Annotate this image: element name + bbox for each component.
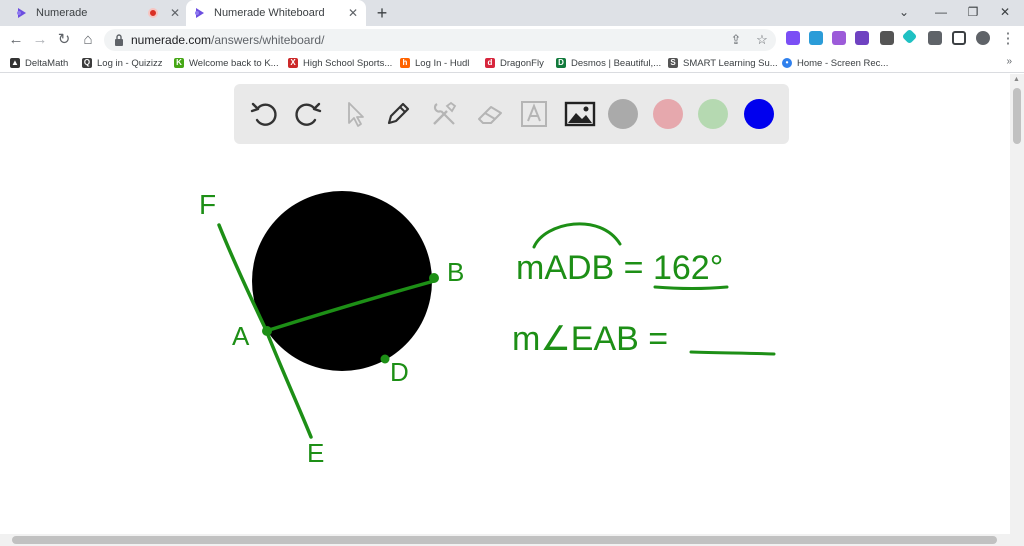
label-point-e: E <box>307 438 324 468</box>
label-point-b: B <box>447 257 464 287</box>
angle-question-text: m∠EAB = <box>512 320 668 358</box>
point-d-dot <box>380 354 390 364</box>
horizontal-scrollbar[interactable] <box>0 534 1024 546</box>
circle-shape <box>252 191 432 371</box>
blank-answer-line <box>689 350 776 356</box>
label-point-a: A <box>232 321 250 351</box>
vertical-scrollbar[interactable]: ▲ <box>1010 74 1024 534</box>
whiteboard-drawing: F A B D E mADB = 162° m∠EAB = <box>199 189 776 468</box>
answer-underline <box>653 285 729 290</box>
scroll-up-icon[interactable]: ▲ <box>1013 76 1020 83</box>
vertical-scroll-thumb[interactable] <box>1013 88 1021 144</box>
label-point-d: D <box>390 357 409 387</box>
horizontal-scroll-thumb[interactable] <box>12 536 997 544</box>
arc-measure-text: mADB = 162° <box>516 249 723 287</box>
arc-symbol <box>532 222 622 249</box>
point-a-dot <box>262 326 272 336</box>
point-b-dot <box>429 273 439 283</box>
label-point-f: F <box>199 189 216 220</box>
